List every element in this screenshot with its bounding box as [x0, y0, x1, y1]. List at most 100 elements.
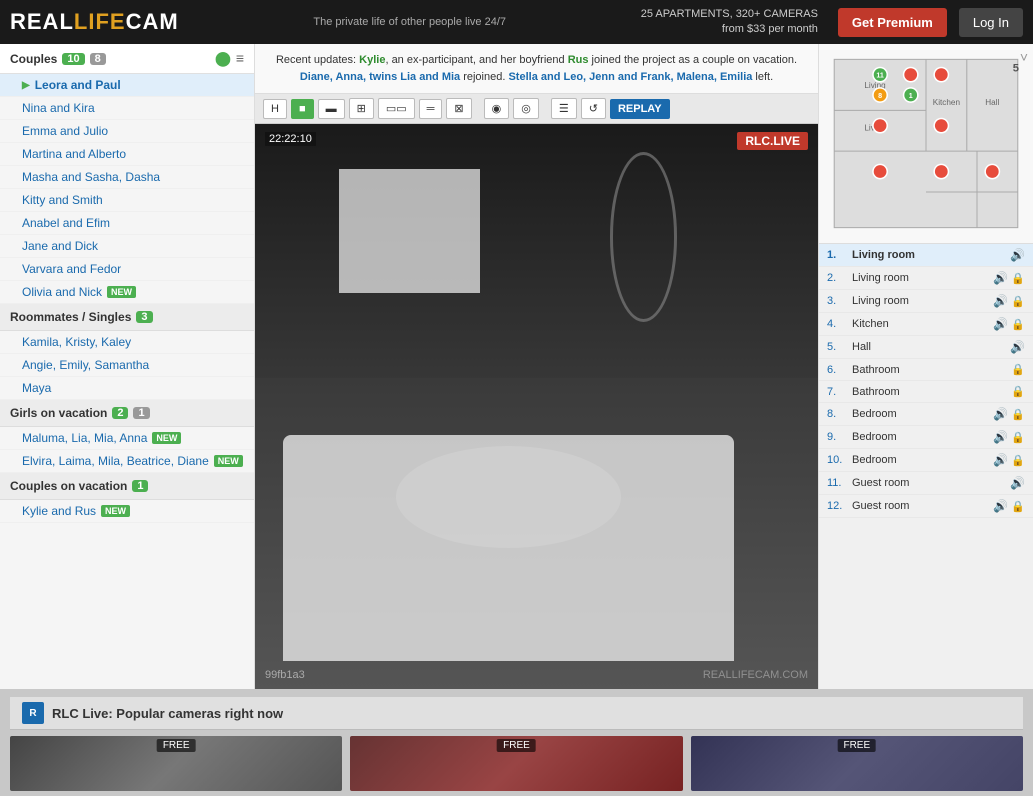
toolbar-btn-wide[interactable]: ▬ — [318, 99, 345, 119]
thumbnail-3[interactable]: FREE — [691, 736, 1023, 791]
camera-item-2[interactable]: 2. Living room 🔊 🔒 — [819, 267, 1033, 290]
lock-icon: 🔒 — [1011, 431, 1025, 444]
cam-name: Living room — [852, 249, 1005, 261]
roommates-badge: 3 — [136, 311, 152, 323]
lock-icon: 🔒 — [1011, 385, 1025, 398]
couples-vac-badge: 1 — [132, 480, 148, 492]
sidebar-item-anabel-efim[interactable]: Anabel and Efim — [0, 212, 254, 235]
couples-badge-green: 10 — [62, 53, 84, 65]
sound-icon: 🔊 — [993, 271, 1008, 285]
camera-item-7[interactable]: 7. Bathroom 🔒 — [819, 381, 1033, 403]
cam-icons: 🔊 🔒 — [993, 499, 1025, 513]
sidebar-item-masha[interactable]: Masha and Sasha, Dasha — [0, 166, 254, 189]
sound-icon: 🔊 — [993, 294, 1008, 308]
thumbnail-1[interactable]: FREE — [10, 736, 342, 791]
sidebar-item-label: Jane and Dick — [22, 239, 98, 253]
right-panel: Living Kitchen Hall Living 5 11 1 — [818, 44, 1033, 689]
sidebar-item-varvara-fedor[interactable]: Varvara and Fedor — [0, 258, 254, 281]
cam-icons: 🔊 🔒 — [993, 430, 1025, 444]
sidebar-item-maluma[interactable]: Maluma, Lia, Mia, Anna NEW — [0, 427, 254, 450]
floorplan-chevron[interactable]: ˅ — [1020, 49, 1028, 65]
toolbar-btn-eye2[interactable]: ◎ — [513, 98, 539, 119]
sidebar-item-leora-paul[interactable]: ▶ Leora and Paul — [0, 74, 254, 97]
camera-item-3[interactable]: 3. Living room 🔊 🔒 — [819, 290, 1033, 313]
sidebar-item-elvira[interactable]: Elvira, Laima, Mila, Beatrice, Diane NEW — [0, 450, 254, 473]
sidebar-item-kitty-smith[interactable]: Kitty and Smith — [0, 189, 254, 212]
sound-icon: 🔊 — [993, 499, 1008, 513]
lock-icon: 🔒 — [1011, 295, 1025, 308]
sidebar-item-label: Martina and Alberto — [22, 147, 126, 161]
camera-item-5[interactable]: 5. Hall 🔊 — [819, 336, 1033, 359]
cam-name: Bathroom — [852, 386, 1006, 398]
cam-num: 6. — [827, 364, 847, 376]
camera-item-6[interactable]: 6. Bathroom 🔒 — [819, 359, 1033, 381]
sidebar-item-angie[interactable]: Angie, Emily, Samantha — [0, 354, 254, 377]
couples-section-header: Couples 10 8 ⬤ ≡ — [0, 44, 254, 74]
toolbar: H ■ ▬ ⊞ ▭▭ ═ ⊠ ◉ ◎ ☰ ↺ REPLAY — [255, 94, 818, 124]
camera-item-11[interactable]: 11. Guest room 🔊 — [819, 472, 1033, 495]
sidebar-item-maya[interactable]: Maya — [0, 377, 254, 400]
rlc-title: RLC Live: Popular cameras right now — [52, 706, 283, 721]
camera-item-1[interactable]: 1. Living room 🔊 — [819, 244, 1033, 267]
camera-item-9[interactable]: 9. Bedroom 🔊 🔒 — [819, 426, 1033, 449]
toolbar-btn-h[interactable]: H — [263, 99, 287, 119]
lock-icon: 🔒 — [1011, 408, 1025, 421]
toolbar-btn-replay[interactable]: REPLAY — [610, 99, 670, 119]
camera-item-12[interactable]: 12. Guest room 🔊 🔒 — [819, 495, 1033, 518]
section-icon-green[interactable]: ⬤ — [215, 50, 231, 67]
sound-icon: 🔊 — [993, 407, 1008, 421]
sidebar-item-nina-kira[interactable]: Nina and Kira — [0, 97, 254, 120]
login-button[interactable]: Log In — [959, 8, 1023, 37]
get-premium-button[interactable]: Get Premium — [838, 8, 947, 37]
video-id: 99fb1a3 — [265, 669, 305, 681]
lock-icon: 🔒 — [1011, 318, 1025, 331]
video-container[interactable]: 22:22:10 RLC.LIVE 99fb1a3 REALLIFECAM.CO… — [255, 124, 818, 689]
toolbar-btn-eye[interactable]: ◉ — [484, 98, 510, 119]
sidebar-item-label: Leora and Paul — [35, 78, 121, 92]
bottom-section: R RLC Live: Popular cameras right now FR… — [0, 689, 1033, 796]
stats-block: 25 APARTMENTS, 320+ CAMERAS from $33 per… — [641, 7, 818, 38]
camera-item-10[interactable]: 10. Bedroom 🔊 🔒 — [819, 449, 1033, 472]
sound-icon: 🔊 — [1010, 340, 1025, 354]
toolbar-btn-wide2[interactable]: ═ — [419, 99, 443, 119]
notif-text3: joined the project as a couple on vacati… — [588, 54, 797, 66]
cam-icons: 🔊 — [1010, 340, 1025, 354]
sidebar-item-label: Kylie and Rus — [22, 504, 96, 518]
sidebar-item-label: Varvara and Fedor — [22, 262, 121, 276]
sidebar-item-olivia-nick[interactable]: Olivia and Nick NEW — [0, 281, 254, 304]
room-tv — [339, 169, 480, 293]
toolbar-btn-refresh[interactable]: ↺ — [581, 98, 606, 119]
sidebar-item-kamila[interactable]: Kamila, Kristy, Kaley — [0, 331, 254, 354]
toolbar-btn-grid4[interactable]: ⊞ — [349, 98, 374, 119]
toolbar-btn-split2[interactable]: ▭▭ — [378, 98, 415, 119]
sidebar-item-jane-dick[interactable]: Jane and Dick — [0, 235, 254, 258]
svg-text:Kitchen: Kitchen — [933, 98, 960, 107]
new-badge: NEW — [101, 505, 130, 517]
lock-icon: 🔒 — [1011, 454, 1025, 467]
new-badge: NEW — [152, 432, 181, 444]
toolbar-btn-rec[interactable]: ■ — [291, 99, 314, 119]
camera-item-4[interactable]: 4. Kitchen 🔊 🔒 — [819, 313, 1033, 336]
toolbar-btn-info[interactable]: ☰ — [551, 98, 577, 119]
cam-icons: 🔒 — [1011, 363, 1025, 376]
cam-name: Kitchen — [852, 318, 988, 330]
sidebar-item-label: Kitty and Smith — [22, 193, 103, 207]
sidebar-item-emma-julio[interactable]: Emma and Julio — [0, 120, 254, 143]
sidebar-item-label: Maluma, Lia, Mia, Anna — [22, 431, 147, 445]
cam-num: 7. — [827, 386, 847, 398]
arrow-icon: ▶ — [22, 80, 30, 91]
section-icon-menu[interactable]: ≡ — [236, 50, 244, 67]
cam-name: Living room — [852, 295, 988, 307]
sidebar-item-label: Emma and Julio — [22, 124, 108, 138]
sidebar-item-martina-alberto[interactable]: Martina and Alberto — [0, 143, 254, 166]
couples-badge-gray: 8 — [90, 53, 106, 65]
thumbnail-2[interactable]: FREE — [350, 736, 682, 791]
toolbar-btn-grid-alt[interactable]: ⊠ — [446, 98, 471, 119]
logo-real: REAL — [10, 9, 74, 34]
sidebar-item-kylie-rus[interactable]: Kylie and Rus NEW — [0, 500, 254, 523]
camera-item-8[interactable]: 8. Bedroom 🔊 🔒 — [819, 403, 1033, 426]
sidebar-item-label: Angie, Emily, Samantha — [22, 358, 149, 372]
lock-icon: 🔒 — [1011, 500, 1025, 513]
tagline: The private life of other people live 24… — [191, 16, 629, 28]
floorplan[interactable]: Living Kitchen Hall Living 5 11 1 — [819, 44, 1033, 244]
